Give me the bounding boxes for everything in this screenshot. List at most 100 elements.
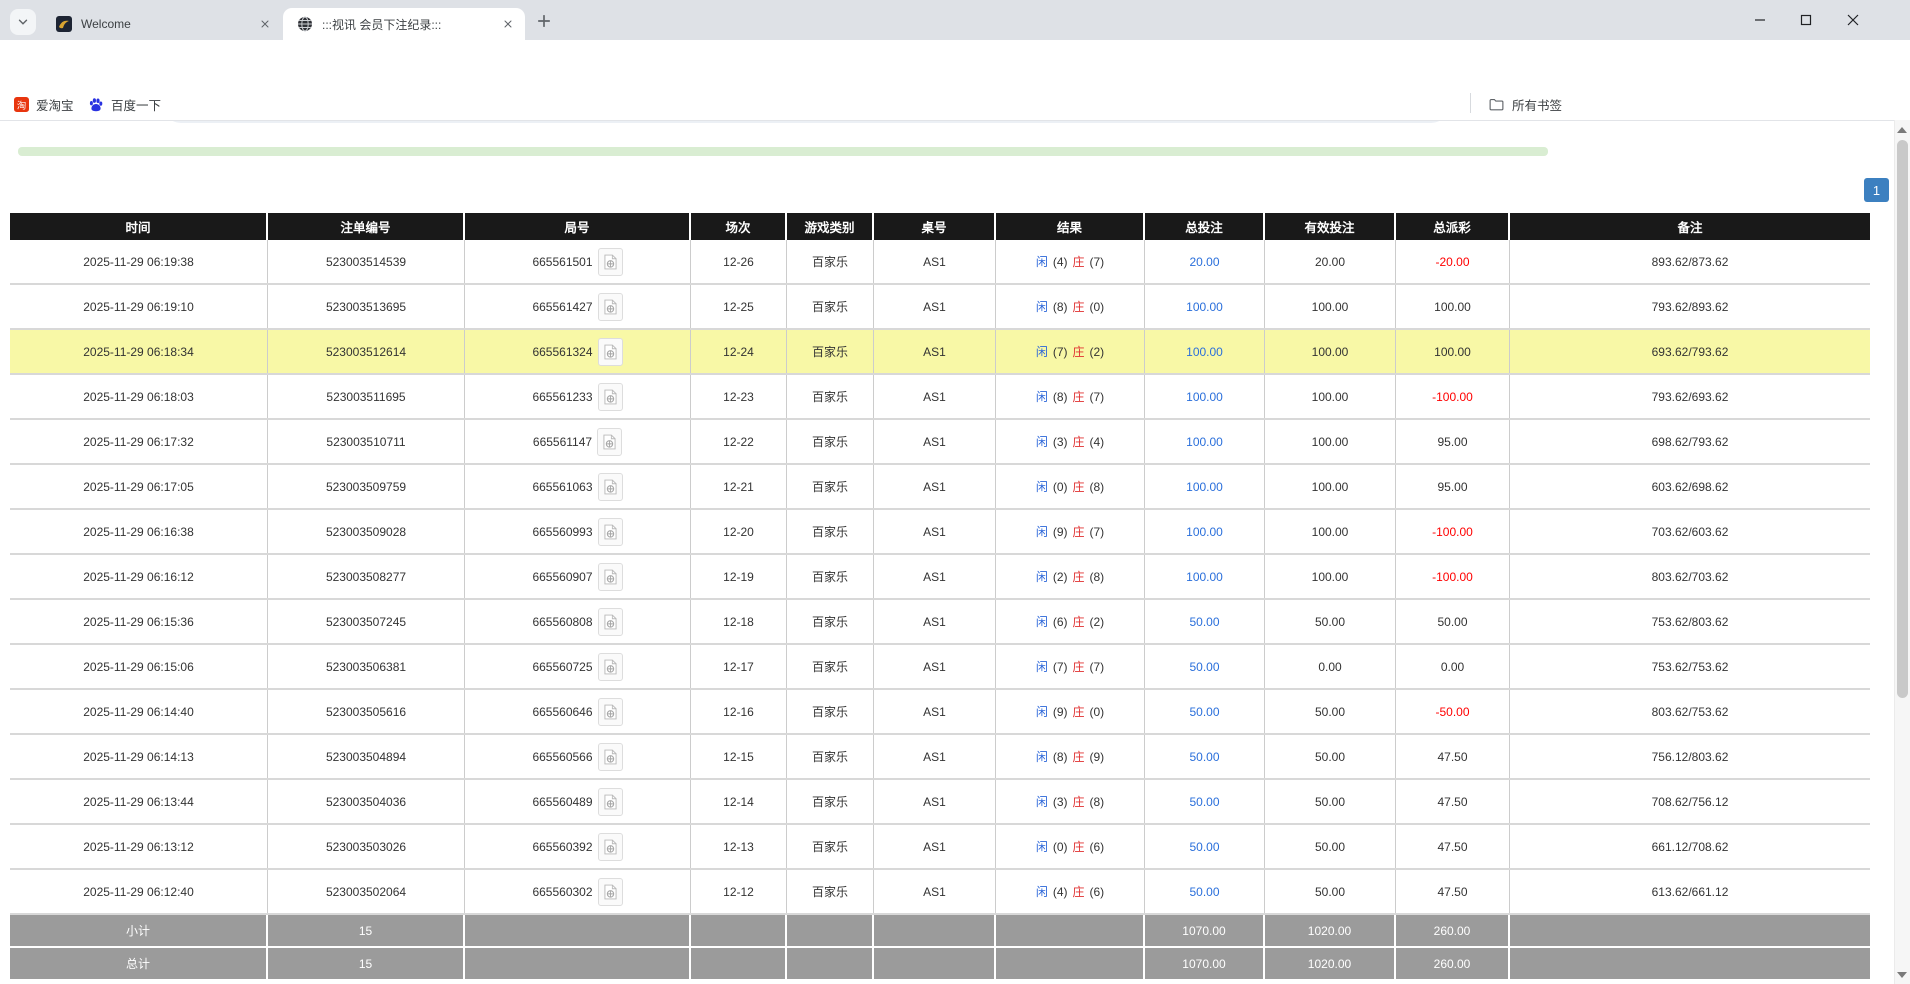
- video-replay-button[interactable]: [598, 653, 623, 681]
- bet-id-cell: 523003507245: [268, 600, 465, 643]
- window-close-button[interactable]: [1838, 8, 1868, 32]
- bet-id-cell: 523003504036: [268, 780, 465, 823]
- round-number: 665560646: [532, 705, 592, 719]
- total-bet-link[interactable]: 50.00: [1145, 645, 1265, 688]
- table-row[interactable]: 2025-11-29 06:12:40523003502064665560302…: [10, 870, 1870, 915]
- valid-bet-cell: 50.00: [1265, 600, 1396, 643]
- tab-close-icon[interactable]: [499, 15, 517, 33]
- scroll-down-arrow[interactable]: [1894, 966, 1910, 983]
- round-number: 665561501: [532, 255, 592, 269]
- bet-id-cell: 523003502064: [268, 870, 465, 913]
- total-bet-link[interactable]: 50.00: [1145, 870, 1265, 913]
- total-bet-link[interactable]: 100.00: [1145, 330, 1265, 373]
- bookmark-baidu[interactable]: 百度一下: [88, 95, 161, 114]
- table-row[interactable]: 2025-11-29 06:14:13523003504894665560566…: [10, 735, 1870, 780]
- scrollbar-thumb[interactable]: [1897, 140, 1908, 698]
- payout-cell: -20.00: [1396, 240, 1510, 283]
- total-bet-link[interactable]: 50.00: [1145, 780, 1265, 823]
- bet-id-cell: 523003511695: [268, 375, 465, 418]
- summary-count: 15: [268, 948, 465, 979]
- window-minimize-button[interactable]: [1745, 8, 1775, 32]
- table-row[interactable]: 2025-11-29 06:14:40523003505616665560646…: [10, 690, 1870, 735]
- total-bet-link[interactable]: 50.00: [1145, 600, 1265, 643]
- tab-close-icon[interactable]: [256, 15, 274, 33]
- total-bet-link[interactable]: 50.00: [1145, 690, 1265, 733]
- total-bet-link[interactable]: 100.00: [1145, 285, 1265, 328]
- pagination-page-1[interactable]: 1: [1864, 178, 1889, 202]
- table-number-cell: AS1: [874, 870, 996, 913]
- bookmark-taobao[interactable]: 淘 爱淘宝: [14, 95, 74, 114]
- table-row[interactable]: 2025-11-29 06:13:12523003503026665560392…: [10, 825, 1870, 870]
- payout-cell: -100.00: [1396, 375, 1510, 418]
- table-row[interactable]: 2025-11-29 06:18:34523003512614665561324…: [10, 330, 1870, 375]
- summary-valid-bet: 1020.00: [1265, 948, 1396, 979]
- column-header: 注单编号: [268, 213, 465, 240]
- video-replay-button[interactable]: [598, 293, 623, 321]
- video-replay-button[interactable]: [597, 428, 622, 456]
- valid-bet-cell: 100.00: [1265, 510, 1396, 553]
- game-type-cell: 百家乐: [787, 555, 874, 598]
- all-bookmarks-button[interactable]: 所有书签: [1488, 95, 1562, 114]
- video-replay-button[interactable]: [598, 338, 623, 366]
- remark-cell: 793.62/893.62: [1510, 285, 1870, 328]
- total-bet-link[interactable]: 100.00: [1145, 420, 1265, 463]
- game-type-cell: 百家乐: [787, 420, 874, 463]
- total-bet-link[interactable]: 100.00: [1145, 375, 1265, 418]
- game-type-cell: 百家乐: [787, 780, 874, 823]
- table-row[interactable]: 2025-11-29 06:16:38523003509028665560993…: [10, 510, 1870, 555]
- time-cell: 2025-11-29 06:16:38: [10, 510, 268, 553]
- summary-row: 小计151070.001020.00260.00: [10, 915, 1870, 948]
- window-maximize-button[interactable]: [1791, 8, 1821, 32]
- video-replay-button[interactable]: [598, 698, 623, 726]
- table-number-cell: AS1: [874, 735, 996, 778]
- table-number-cell: AS1: [874, 510, 996, 553]
- table-row[interactable]: 2025-11-29 06:17:05523003509759665561063…: [10, 465, 1870, 510]
- table-row[interactable]: 2025-11-29 06:19:38523003514539665561501…: [10, 240, 1870, 285]
- total-bet-link[interactable]: 100.00: [1145, 510, 1265, 553]
- tab-betrecord[interactable]: :::视讯 会员下注纪录:::: [283, 8, 525, 40]
- payout-cell: -50.00: [1396, 690, 1510, 733]
- globe-icon: [297, 16, 313, 32]
- video-replay-button[interactable]: [598, 518, 623, 546]
- total-bet-link[interactable]: 100.00: [1145, 555, 1265, 598]
- table-row[interactable]: 2025-11-29 06:17:32523003510711665561147…: [10, 420, 1870, 465]
- summary-empty-cell: [787, 915, 874, 946]
- round-cell: 665561427: [465, 285, 691, 328]
- total-bet-link[interactable]: 100.00: [1145, 465, 1265, 508]
- scroll-up-arrow[interactable]: [1894, 121, 1910, 138]
- table-row[interactable]: 2025-11-29 06:15:36523003507245665560808…: [10, 600, 1870, 645]
- baidu-paw-icon: [88, 97, 104, 113]
- video-replay-button[interactable]: [598, 833, 623, 861]
- new-tab-button[interactable]: [534, 11, 554, 31]
- valid-bet-cell: 100.00: [1265, 555, 1396, 598]
- video-replay-button[interactable]: [598, 473, 623, 501]
- total-bet-link[interactable]: 20.00: [1145, 240, 1265, 283]
- round-cell: 665560392: [465, 825, 691, 868]
- session-cell: 12-26: [691, 240, 787, 283]
- table-row[interactable]: 2025-11-29 06:13:44523003504036665560489…: [10, 780, 1870, 825]
- table-number-cell: AS1: [874, 420, 996, 463]
- table-row[interactable]: 2025-11-29 06:19:10523003513695665561427…: [10, 285, 1870, 330]
- table-body: 2025-11-29 06:19:38523003514539665561501…: [10, 240, 1870, 915]
- total-bet-link[interactable]: 50.00: [1145, 735, 1265, 778]
- video-replay-button[interactable]: [598, 878, 623, 906]
- result-cell: 闲(3) 庄(4): [996, 420, 1145, 463]
- game-type-cell: 百家乐: [787, 735, 874, 778]
- table-row[interactable]: 2025-11-29 06:16:12523003508277665560907…: [10, 555, 1870, 600]
- video-replay-button[interactable]: [598, 788, 623, 816]
- round-cell: 665560993: [465, 510, 691, 553]
- video-replay-button[interactable]: [598, 608, 623, 636]
- round-cell: 665560907: [465, 555, 691, 598]
- summary-empty-cell: [691, 948, 787, 979]
- tab-welcome[interactable]: Welcome: [42, 8, 282, 40]
- table-row[interactable]: 2025-11-29 06:18:03523003511695665561233…: [10, 375, 1870, 420]
- video-replay-button[interactable]: [598, 743, 623, 771]
- total-bet-link[interactable]: 50.00: [1145, 825, 1265, 868]
- folder-icon: [1488, 96, 1505, 113]
- video-replay-button[interactable]: [598, 383, 623, 411]
- summary-count: 15: [268, 915, 465, 946]
- video-replay-button[interactable]: [598, 563, 623, 591]
- video-replay-button[interactable]: [598, 248, 623, 276]
- table-row[interactable]: 2025-11-29 06:15:06523003506381665560725…: [10, 645, 1870, 690]
- tab-search-button[interactable]: [10, 9, 36, 35]
